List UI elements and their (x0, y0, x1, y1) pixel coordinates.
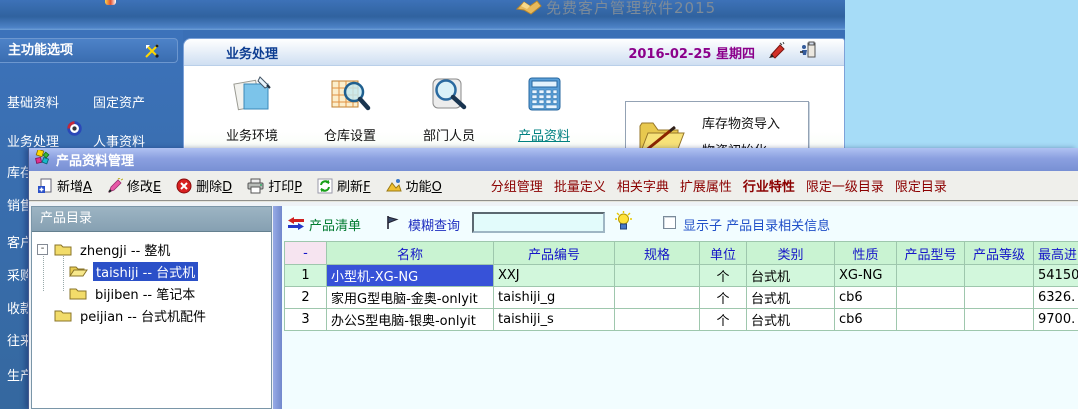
menu-extended-attrs[interactable]: 扩展属性 (680, 176, 732, 195)
tree-node-peijian[interactable]: peijian -- 台式机配件 (54, 305, 209, 325)
product-list-area: 产品清单 模糊查询 显示子 产品目录相关信 (282, 206, 1078, 409)
product-table: - 名称 产品编号 规格 单位 类别 性质 产品型号 产品等级 最高进 (284, 241, 1078, 331)
refresh-button[interactable]: 刷新F (317, 176, 371, 195)
swap-arrows-icon[interactable] (287, 217, 305, 234)
shortcut-label: 部门人员 (403, 125, 495, 144)
product-list-label[interactable]: 产品清单 (309, 215, 361, 234)
panel-title: 业务处理 (226, 43, 278, 62)
menu-industry-features[interactable]: 行业特性 (743, 176, 795, 195)
tree-node-bijiben[interactable]: bijiben -- 笔记本 (69, 283, 198, 303)
add-button[interactable]: 新增A (37, 176, 92, 195)
table-row[interactable]: 1 小型机-XG-NG XXJ 个 台式机 XG-NG 54150. (285, 265, 1078, 287)
col-header-nature[interactable]: 性质 (835, 242, 897, 265)
table-header-row: - 名称 产品编号 规格 单位 类别 性质 产品型号 产品等级 最高进 (285, 242, 1078, 265)
search-input[interactable] (472, 212, 605, 233)
calculator-icon (521, 73, 567, 119)
delete-icon (176, 178, 192, 194)
function-button[interactable]: 功能O (386, 176, 442, 195)
pushpin-bow-icon[interactable] (143, 42, 161, 68)
lamp-filter-icon[interactable] (615, 211, 632, 235)
menu-limit-top-dir[interactable]: 限定一级目录 (806, 176, 884, 195)
folder-open-icon (69, 264, 88, 278)
date-label: 2016-02-25 星期四 (628, 43, 755, 62)
skin-pen-icon[interactable] (767, 42, 787, 63)
cell-name: 办公S型电脑-银奥-onlyit (327, 309, 494, 331)
print-button[interactable]: 打印P (247, 176, 302, 195)
folder-icon (54, 242, 72, 256)
product-directory-panel: 产品目录 - zhengji -- 整机 taishiji -- 台式机 (31, 206, 272, 409)
add-icon (37, 178, 53, 194)
sidebar-item-fixed-assets[interactable]: 固定资产 (93, 92, 145, 111)
menu-batch-define[interactable]: 批量定义 (554, 176, 606, 195)
folder-icon (54, 308, 72, 322)
magnifier-icon (426, 73, 472, 119)
collapse-expander-icon[interactable]: - (37, 244, 48, 255)
fuzzy-search-icon (386, 215, 399, 234)
table-row[interactable]: 3 办公S型电脑-银奥-onlyit taishiji_s 个 台式机 cb6 … (285, 309, 1078, 331)
cursor-ring-icon (66, 120, 83, 141)
shortcut-label: 仓库设置 (304, 125, 396, 144)
table-row[interactable]: 2 家用G型电脑-金奥-onlyit taishiji_g 个 台式机 cb6 … (285, 287, 1078, 309)
dialog-titlebar[interactable]: 产品资料管理 (29, 148, 1078, 171)
dialog-title: 产品资料管理 (56, 150, 134, 169)
shortcut-department-staff[interactable]: 部门人员 (403, 73, 495, 144)
tree-node-taishiji[interactable]: taishiji -- 台式机 (69, 261, 198, 281)
fuzzy-search-label[interactable]: 模糊查询 (408, 215, 460, 234)
edit-button[interactable]: 修改E (107, 176, 161, 195)
shortcut-label: 业务环境 (206, 125, 298, 144)
col-header-index[interactable]: - (285, 242, 327, 265)
app-titlebar: 免费客户管理软件2015 (0, 0, 845, 30)
tree-node-zhengji[interactable]: - zhengji -- 整机 (37, 239, 173, 259)
menu-group-manage[interactable]: 分组管理 (491, 176, 543, 195)
shortcut-warehouse-setup[interactable]: 仓库设置 (304, 73, 396, 144)
cell-name: 家用G型电脑-金奥-onlyit (327, 287, 494, 309)
delete-button[interactable]: 删除D (176, 176, 232, 195)
business-panel-header: 业务处理 2016-02-25 星期四 (184, 39, 844, 66)
app-title: 免费客户管理软件2015 (546, 0, 716, 18)
shortcut-label: 产品资料 (498, 125, 590, 144)
handshake-icon (514, 0, 544, 24)
dialog-toolbar: 新增A 修改E 删除D (29, 171, 1078, 202)
shortcut-product-data[interactable]: 产品资料 (498, 73, 590, 144)
shortcut-business-env[interactable]: 业务环境 (206, 73, 298, 144)
folder-icon (69, 286, 87, 300)
exit-door-icon[interactable] (799, 41, 816, 63)
submenu-item-inventory-import[interactable]: 库存物资导入 (702, 113, 780, 132)
show-subdirectory-label[interactable]: 显示子 产品目录相关信息 (683, 215, 830, 234)
col-header-grade[interactable]: 产品等级 (965, 242, 1034, 265)
cell-name: 小型机-XG-NG (327, 265, 494, 287)
refresh-icon (317, 178, 333, 194)
grid-magnifier-icon (327, 73, 373, 119)
function-icon (386, 178, 402, 194)
sidebar-header: 主功能选项 (0, 38, 178, 63)
col-header-code[interactable]: 产品编号 (494, 242, 615, 265)
product-data-dialog: 产品资料管理 新增A 修改E (28, 148, 1078, 409)
menu-limit-dir[interactable]: 限定目录 (895, 176, 947, 195)
dialog-diamonds-icon (35, 150, 51, 170)
col-header-max-price[interactable]: 最高进 (1034, 242, 1078, 265)
notes-pen-icon (229, 73, 275, 119)
col-header-category[interactable]: 类别 (747, 242, 835, 265)
sidebar-header-label: 主功能选项 (8, 43, 73, 58)
print-icon (247, 178, 264, 194)
edit-icon (107, 178, 123, 194)
dialog-body: 产品目录 - zhengji -- 整机 taishiji -- 台式机 (29, 204, 1078, 409)
menu-related-dict[interactable]: 相关字典 (617, 176, 669, 195)
panel-splitter[interactable] (273, 206, 282, 409)
sidebar-item-basic-data[interactable]: 基础资料 (7, 92, 59, 111)
col-header-model[interactable]: 产品型号 (897, 242, 965, 265)
col-header-spec[interactable]: 规格 (615, 242, 700, 265)
col-header-name[interactable]: 名称 (327, 242, 494, 265)
show-subdirectory-checkbox[interactable] (663, 216, 676, 229)
desktop: 免费客户管理软件2015 主功能选项 基础资料 (0, 0, 1078, 409)
tree-header: 产品目录 (32, 207, 271, 232)
titlebar-fragment-icon (105, 0, 116, 5)
col-header-unit[interactable]: 单位 (700, 242, 747, 265)
